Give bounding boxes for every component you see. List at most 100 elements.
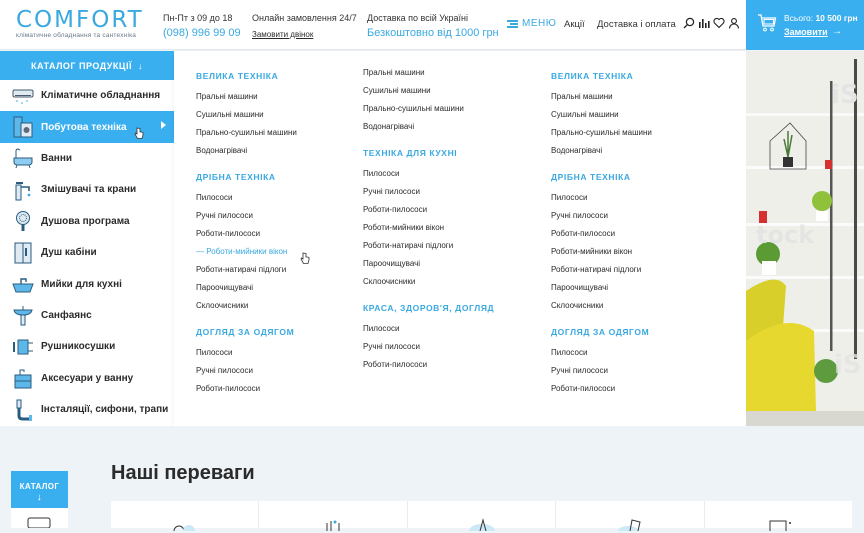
section-title[interactable]: ВЕЛИКА ТЕХНІКА [196,71,297,85]
submenu-link[interactable]: Сушильні машини [363,82,494,100]
submenu-link[interactable]: Роботи-пилососи [196,380,297,398]
catalog-item-8[interactable]: Рушникосушки [0,331,174,362]
advantages-section: КАТАЛОГ ↓ Наші переваги [0,426,864,531]
hand-cursor-icon [300,252,310,264]
user-icon[interactable] [728,17,740,29]
submenu-link[interactable]: Пилососи [551,189,652,207]
section-title[interactable]: ВЕЛИКА ТЕХНІКА [551,71,652,85]
advantage-icon [468,518,495,531]
catalog-item-label: Ванни [41,152,73,164]
catalog-item-4[interactable]: Душова програма [0,206,174,237]
submenu-link[interactable]: Роботи-натирачі підлоги [196,261,297,279]
submenu-link[interactable]: Пароочищувачі [363,255,494,273]
submenu-link[interactable]: Роботи-пилососи [551,380,652,398]
submenu-link[interactable]: Склоочисники [551,297,652,315]
phone-number[interactable]: (098) 996 99 09 [163,26,241,40]
catalog-list: Кліматичне обладнання Побутова техніка Ван… [0,80,174,425]
submenu-link[interactable]: Ручні пилососи [551,362,652,380]
catalog-item-9[interactable]: Аксесуари у ванну [0,363,174,394]
heart-icon[interactable] [713,17,725,29]
submenu-link[interactable]: — Роботи-мийники вікон [196,243,297,261]
search-icon[interactable] [683,17,695,29]
submenu-link[interactable]: Пральні машини [196,88,297,106]
submenu-link[interactable]: Сушильні машини [551,106,652,124]
nav-promotions[interactable]: Акції [564,19,585,30]
faucet-icon [15,181,31,201]
catalog-item-5[interactable]: Душ кабіни [0,237,174,268]
logo[interactable]: COMFORT кліматичне обладнання та сантехн… [16,9,144,40]
submenu-link[interactable]: Ручні пилососи [196,362,297,380]
free-delivery-text: Безкоштовно від 1000 грн [367,27,499,39]
submenu-link[interactable]: Пральні машини [551,88,652,106]
submenu-link[interactable]: Ручні пилососи [551,207,652,225]
mega-column-1: ВЕЛИКА ТЕХНІКА Пральні машини Сушильні маш… [196,51,297,398]
submenu-link[interactable]: Роботи-пилососи [363,201,494,219]
nav-delivery-payment[interactable]: Доставка і оплата [597,19,676,30]
air-conditioner-icon [27,517,51,529]
submenu-link[interactable]: Роботи-пилососи [363,356,494,374]
submenu-link[interactable]: Ручні пилососи [196,207,297,225]
submenu-link[interactable]: Роботи-мийники вікон [363,219,494,237]
catalog-item-0[interactable]: Кліматичне обладнання [0,80,174,111]
submenu-link[interactable]: Пилососи [196,189,297,207]
caret-right-icon [161,121,166,130]
cart-block[interactable]: Всього: 10 500 грн Замовити → [746,0,864,50]
online-order-label: Онлайн замовлення 24/7 [252,13,357,23]
section-title[interactable]: ДРІБНА ТЕХНІКА [196,172,297,186]
submenu-link[interactable]: Роботи-пилососи [196,225,297,243]
menu-button[interactable]: МЕНЮ [507,18,556,29]
submenu-link[interactable]: Роботи-мийники вікон [551,243,652,261]
catalog-toggle-button[interactable]: КАТАЛОГ ПРОДУКЦІЇ ↓ [0,51,174,80]
hero-image: iS tock iS [746,51,864,426]
submenu-link[interactable]: Пилососи [363,320,494,338]
submenu-link[interactable]: Роботи-натирачі підлоги [551,261,652,279]
catalog-sidebar: КАТАЛОГ ПРОДУКЦІЇ ↓ Кліматичне обладнанн… [0,51,174,426]
catalog-item-1[interactable]: Побутова техніка [0,111,174,143]
section-title[interactable]: ДОГЛЯД ЗА ОДЯГОМ [551,327,652,341]
section-title[interactable]: ДРІБНА ТЕХНІКА [551,172,652,186]
hours-block: Пн-Пт з 09 до 18 (098) 996 99 09 [163,12,241,40]
washing-machine-icon [13,116,33,138]
submenu-link[interactable]: Прально-сушильні машини [196,124,297,142]
callback-link[interactable]: Замовити двінок [252,26,357,44]
section-title[interactable]: ДОГЛЯД ЗА ОДЯГОМ [196,327,297,341]
submenu-link[interactable]: Прально-сушильні машини [363,100,494,118]
advantage-icon [769,520,792,531]
catalog-item-label: Побутова техніка [41,121,127,133]
side-catalog-button[interactable]: КАТАЛОГ ↓ [11,471,68,508]
advantage-card [407,501,556,531]
submenu-link[interactable]: Пароочищувачі [196,279,297,297]
header: COMFORT кліматичне обладнання та сантехн… [0,0,864,50]
catalog-item-2[interactable]: Ванни [0,143,174,174]
submenu-link[interactable]: Роботи-натирачі підлоги [363,237,494,255]
cart-total-label: Всього: [784,13,814,23]
submenu-link[interactable]: Сушильні машини [196,106,297,124]
submenu-link[interactable]: Пилососи [196,344,297,362]
advantage-card [259,501,407,531]
submenu-link[interactable]: Прально-сушильні машини [551,124,652,142]
submenu-link[interactable]: Пральні машини [363,64,494,82]
section-title[interactable]: ТЕХНІКА ДЛЯ КУХНІ [363,148,494,162]
catalog-item-6[interactable]: Мийки для кухні [0,268,174,299]
cart-order-link[interactable]: Замовити [784,27,828,37]
catalog-item-label: Аксесуари у ванну [41,372,134,384]
section-title[interactable]: КРАСА, ЗДОРОВ'Я, ДОГЛЯД [363,303,494,317]
submenu-link[interactable]: Ручні пилососи [363,338,494,356]
submenu-link[interactable]: Склоочисники [196,297,297,315]
catalog-item-label: Мийки для кухні [41,278,122,290]
catalog-item-label: Інсталяції, сифони, трапи [41,404,169,416]
submenu-link[interactable]: Водонагрівачі [551,142,652,160]
catalog-item-10[interactable]: Інсталяції, сифони, трапи [0,394,174,425]
submenu-link[interactable]: Пилососи [363,165,494,183]
mega-column-3: ВЕЛИКА ТЕХНІКА Пральні машини Сушильні маш… [551,51,652,398]
compare-icon[interactable] [698,17,710,29]
submenu-link[interactable]: Пароочищувачі [551,279,652,297]
submenu-link[interactable]: Роботи-пилососи [551,225,652,243]
catalog-item-3[interactable]: Змішувачі та крани [0,174,174,205]
submenu-link[interactable]: Водонагрівачі [196,142,297,160]
submenu-link[interactable]: Склоочисники [363,273,494,291]
submenu-link[interactable]: Ручні пилососи [363,183,494,201]
submenu-link[interactable]: Водонагрівачі [363,118,494,136]
submenu-link[interactable]: Пилососи [551,344,652,362]
catalog-item-7[interactable]: Санфаянс [0,300,174,331]
